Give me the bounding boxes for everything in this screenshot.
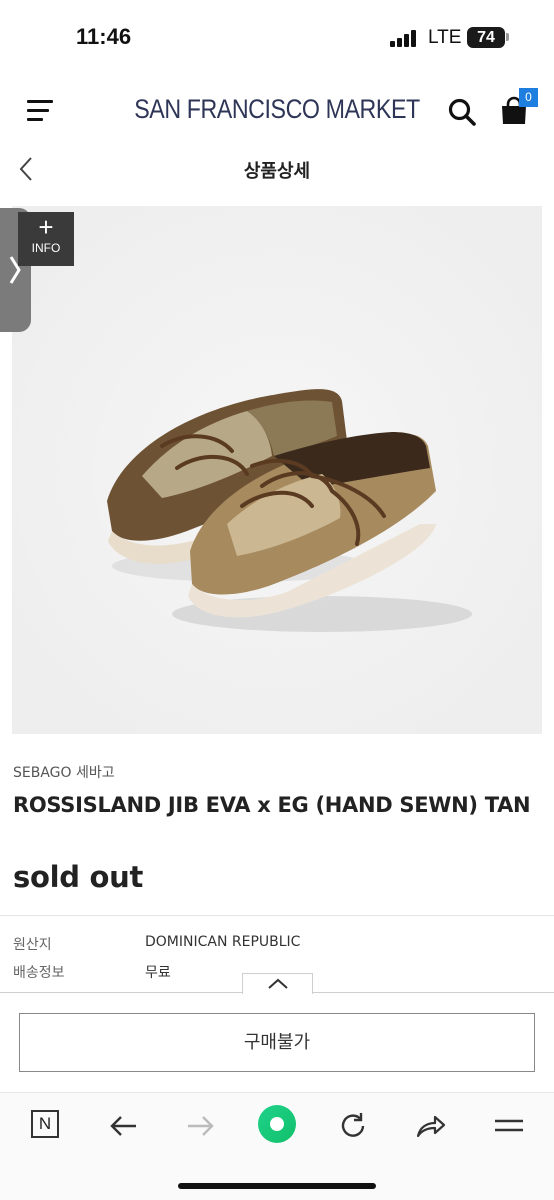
detail-value: 무료 — [145, 965, 171, 981]
detail-key: 원산지 — [13, 937, 52, 953]
site-header: SAN FRANCISCO MARKET — [0, 80, 554, 140]
share-icon[interactable] — [413, 1110, 449, 1142]
info-label: INFO — [31, 241, 61, 255]
purchase-button[interactable]: 구매불가 — [19, 1013, 535, 1072]
green-dot-button[interactable] — [258, 1105, 296, 1143]
collapse-toggle[interactable] — [242, 973, 313, 994]
info-button[interactable]: + INFO — [18, 212, 74, 266]
home-indicator[interactable] — [178, 1183, 376, 1189]
product-status: sold out — [13, 860, 144, 894]
brand-logo[interactable]: SAN FRANCISCO MARKET — [39, 94, 515, 125]
menu-icon[interactable] — [491, 1110, 527, 1142]
status-bar: 11:46 LTE 74 — [0, 0, 554, 72]
product-image[interactable] — [12, 206, 542, 734]
page-title: 상품상세 — [243, 161, 311, 182]
battery-tip — [506, 33, 509, 41]
status-time: 11:46 — [76, 24, 132, 49]
boat-shoes-illustration — [12, 206, 542, 734]
network-label: LTE — [428, 27, 462, 48]
naver-home-icon[interactable]: N — [31, 1110, 59, 1138]
divider — [0, 915, 554, 916]
back-icon[interactable] — [106, 1110, 142, 1142]
product-name: ROSSISLAND JIB EVA x EG (HAND SEWN) TAN — [13, 793, 531, 817]
detail-key: 배송정보 — [13, 965, 65, 981]
product-brand[interactable]: SEBAGO 세바고 — [13, 762, 115, 782]
signal-icon — [390, 30, 418, 47]
battery-icon: 74 — [467, 27, 505, 48]
search-icon[interactable] — [447, 97, 477, 127]
refresh-icon[interactable] — [336, 1110, 372, 1142]
cart-count-badge: 0 — [519, 88, 538, 107]
chevron-up-icon — [268, 978, 288, 989]
plus-icon: + — [38, 212, 54, 242]
detail-value: DOMINICAN REPUBLIC — [145, 934, 301, 950]
forward-icon[interactable] — [182, 1110, 218, 1142]
